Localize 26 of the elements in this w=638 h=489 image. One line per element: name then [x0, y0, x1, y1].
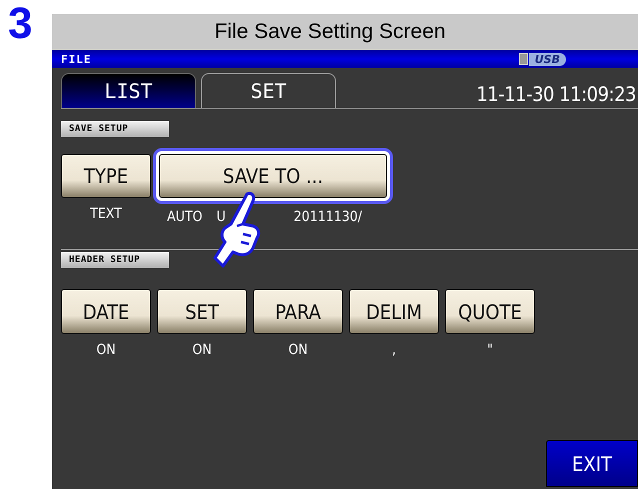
type-value: TEXT	[90, 206, 122, 222]
save-to-button[interactable]: SAVE TO ...	[159, 154, 387, 198]
header-option-button[interactable]: PARA	[253, 289, 343, 334]
screen-caption: File Save Setting Screen	[52, 14, 638, 50]
date-time: 11-11-30 11:09:23	[476, 82, 637, 108]
header-option-button[interactable]: DATE	[61, 289, 151, 334]
screen-title: FILE	[61, 52, 92, 66]
header-option-button[interactable]: QUOTE	[445, 289, 535, 334]
save-path-value: U	[216, 209, 226, 225]
option-value: ON	[96, 342, 116, 358]
header-option-button[interactable]: DELIM	[349, 289, 439, 334]
save-path-value: 20111130/	[294, 209, 362, 225]
section-label: HEADER SETUP	[61, 252, 169, 268]
option-value: ,	[392, 342, 396, 358]
tab[interactable]: SET	[201, 73, 336, 108]
step-number: 3	[7, 0, 34, 50]
header-option-button[interactable]: SET	[157, 289, 247, 334]
save-mode-value: AUTO	[167, 209, 202, 225]
type-button[interactable]: TYPE	[61, 154, 151, 198]
usb-indicator: USB	[518, 52, 566, 66]
section-label: SAVE SETUP	[61, 121, 169, 137]
option-value: ON	[288, 342, 308, 358]
option-value: "	[487, 342, 493, 358]
tab[interactable]: LIST	[61, 73, 196, 108]
option-value: ON	[192, 342, 212, 358]
exit-button[interactable]: EXIT	[546, 440, 638, 487]
